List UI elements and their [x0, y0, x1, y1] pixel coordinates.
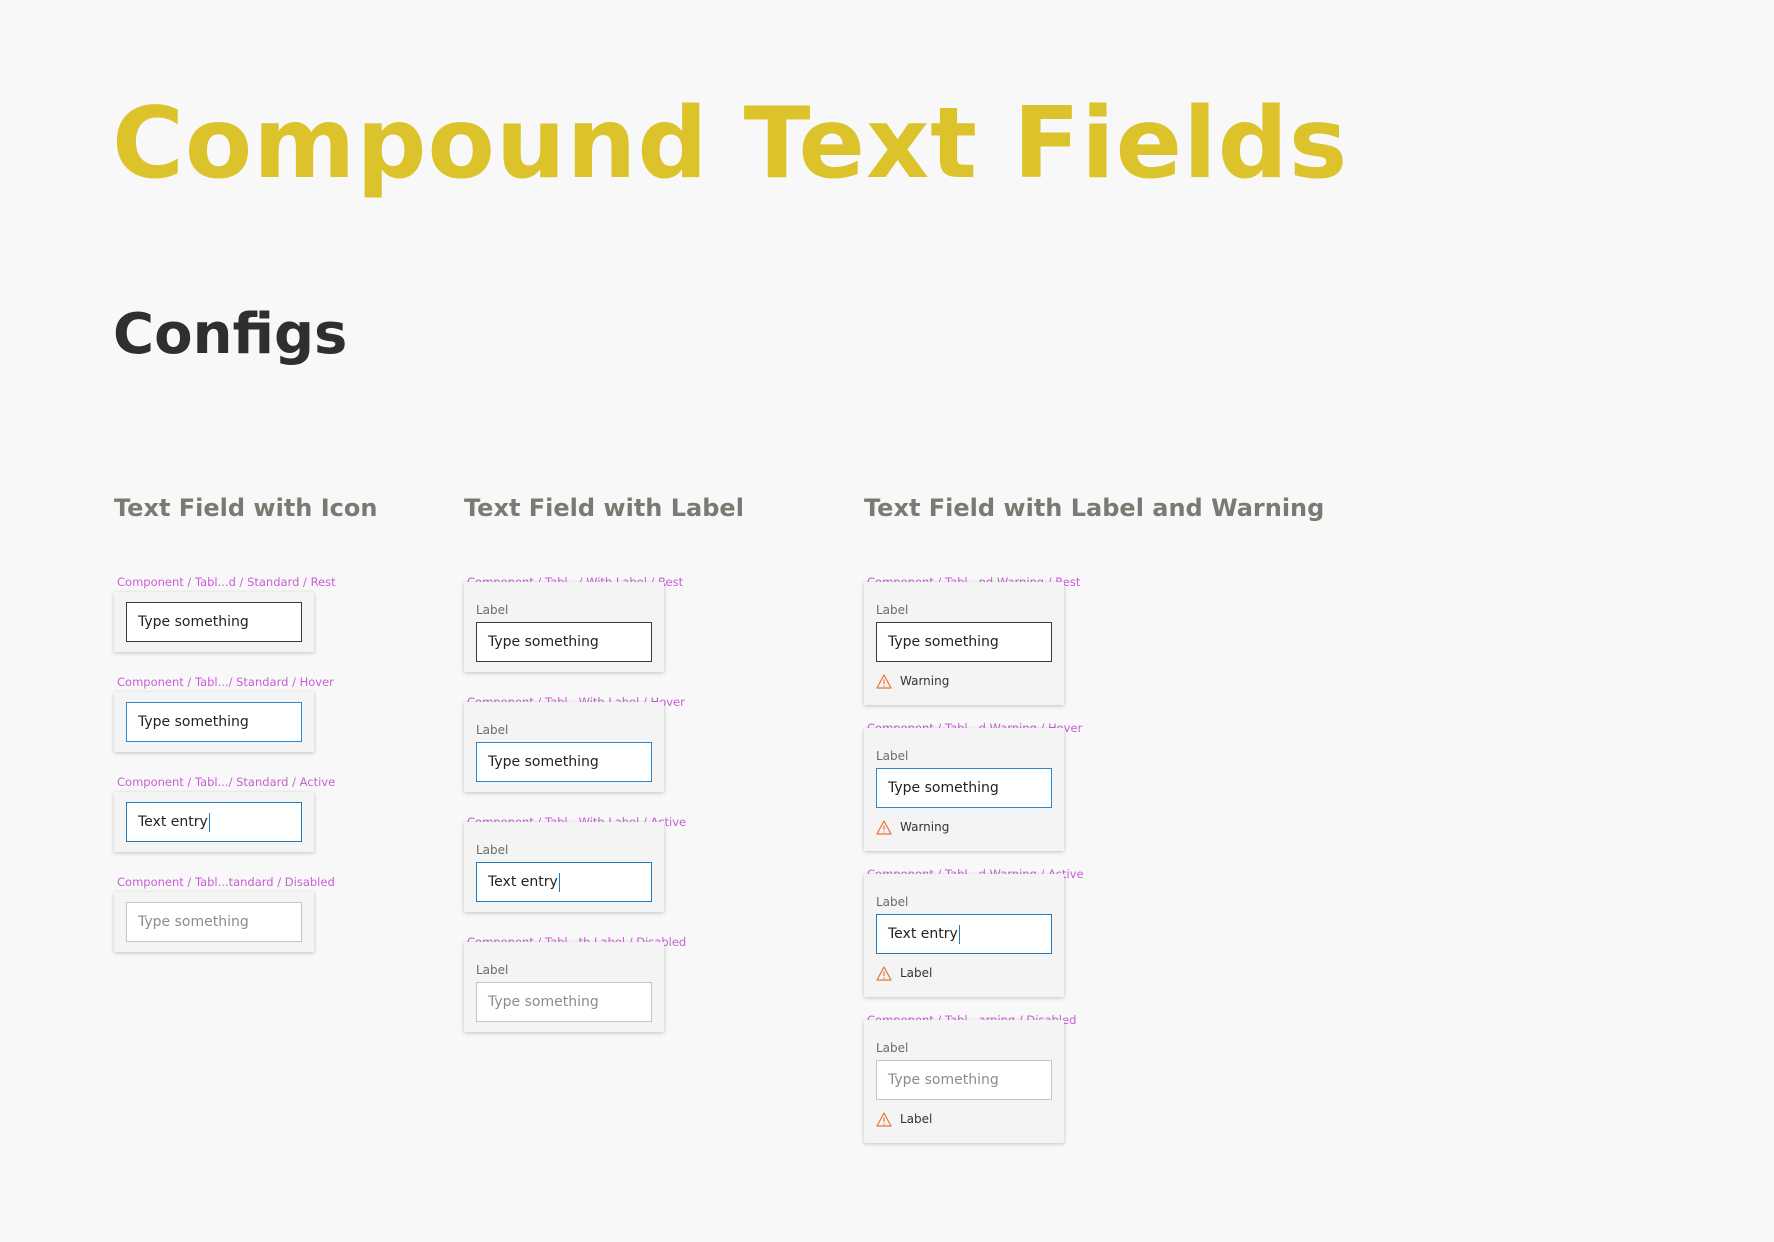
warning-row: Label: [876, 964, 932, 982]
warning-triangle-icon: [876, 965, 892, 981]
text-caret: [958, 924, 960, 944]
text-field-input[interactable]: Text entry: [476, 862, 652, 902]
field-label: Label: [876, 603, 909, 617]
warning-triangle-icon: [876, 819, 892, 835]
warning-row: Warning: [876, 818, 949, 836]
field-label: Label: [476, 603, 509, 617]
text-field-input: Type something: [126, 902, 302, 942]
input-value: Text entry: [888, 926, 958, 942]
field-label: Label: [876, 895, 909, 909]
warning-row: Label: [876, 1110, 932, 1128]
text-field-input[interactable]: Text entry: [876, 914, 1052, 954]
text-caret: [558, 872, 560, 892]
warning-field-card-hover: Label Type something Warning: [864, 728, 1064, 851]
component-name: Component / Tabl...d / Standard / Rest: [117, 575, 336, 589]
labeled-field-card-hover: Label Type something: [464, 702, 664, 792]
warning-text: Label: [900, 1112, 933, 1126]
text-field-card-active: Text entry: [114, 792, 314, 852]
text-field-card-rest: Type something: [114, 592, 314, 652]
component-name: Component / Tabl.../ Standard / Hover: [117, 675, 334, 689]
warning-text: Warning: [900, 674, 950, 688]
field-label: Label: [476, 963, 509, 977]
field-label: Label: [476, 723, 509, 737]
warning-text: Label: [900, 966, 933, 980]
column-title-icon: Text Field with Icon: [114, 494, 378, 522]
text-caret: [208, 812, 210, 832]
text-field-input[interactable]: Text entry: [126, 802, 302, 842]
input-value: Text entry: [138, 814, 208, 830]
component-name: Component / Tabl.../ Standard / Active: [117, 775, 336, 789]
warning-text: Warning: [900, 820, 950, 834]
warning-triangle-icon: [876, 1111, 892, 1127]
text-field-input[interactable]: Type something: [126, 602, 302, 642]
component-name: Component / Tabl...tandard / Disabled: [117, 875, 335, 889]
text-field-input: Type something: [476, 982, 652, 1022]
labeled-field-card-rest: Label Type something: [464, 582, 664, 672]
column-title-label-warning: Text Field with Label and Warning: [864, 494, 1325, 522]
text-field-card-hover: Type something: [114, 692, 314, 752]
field-label: Label: [876, 1041, 909, 1055]
warning-field-card-disabled: Label Type something Label: [864, 1020, 1064, 1143]
labeled-field-card-disabled: Label Type something: [464, 942, 664, 1032]
field-label: Label: [476, 843, 509, 857]
warning-field-card-active: Label Text entry Label: [864, 874, 1064, 997]
text-field-input[interactable]: Type something: [876, 768, 1052, 808]
text-field-input: Type something: [876, 1060, 1052, 1100]
text-field-input[interactable]: Type something: [476, 622, 652, 662]
text-field-input[interactable]: Type something: [476, 742, 652, 782]
text-field-card-disabled: Type something: [114, 892, 314, 952]
page-title: Compound Text Fields: [112, 87, 1349, 201]
text-field-input[interactable]: Type something: [876, 622, 1052, 662]
field-label: Label: [876, 749, 909, 763]
input-value: Text entry: [488, 874, 558, 890]
warning-field-card-rest: Label Type something Warning: [864, 582, 1064, 705]
text-field-input[interactable]: Type something: [126, 702, 302, 742]
warning-triangle-icon: [876, 673, 892, 689]
section-heading-configs: Configs: [113, 302, 348, 367]
warning-row: Warning: [876, 672, 949, 690]
column-title-label: Text Field with Label: [464, 494, 744, 522]
labeled-field-card-active: Label Text entry: [464, 822, 664, 912]
